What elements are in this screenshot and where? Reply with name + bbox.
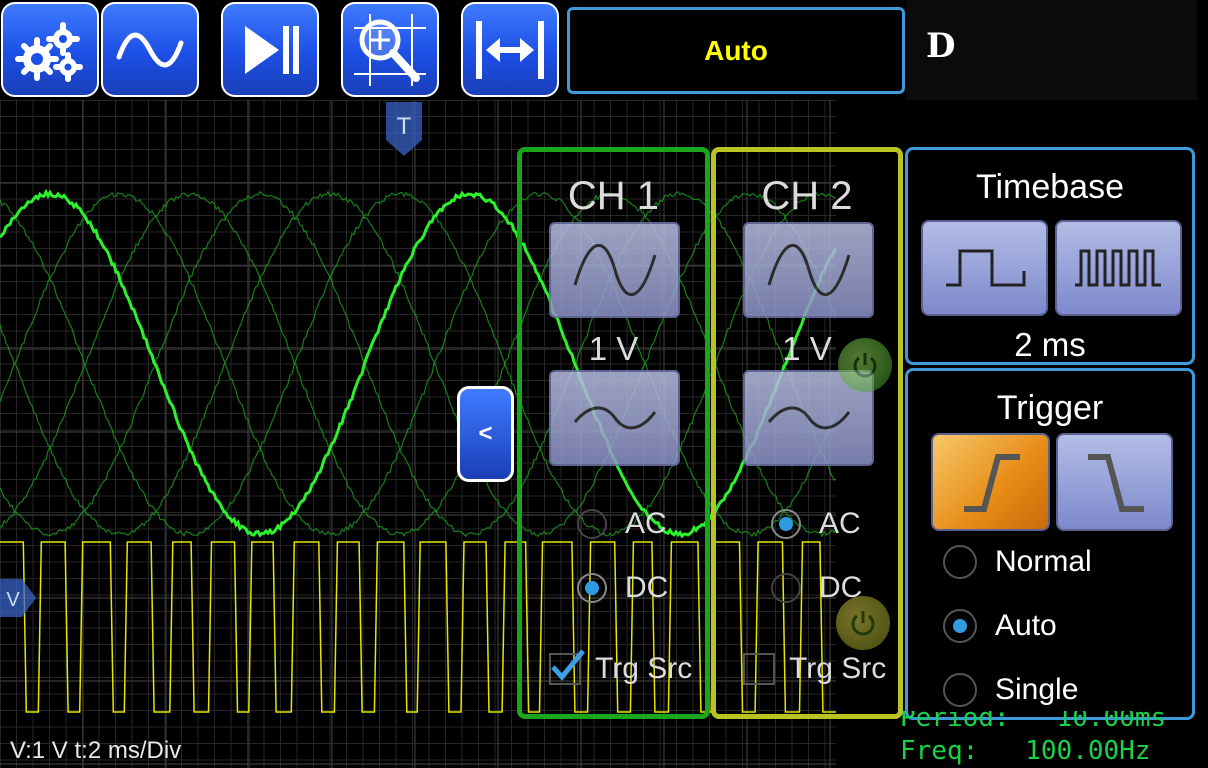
ch2-ac-option[interactable]: AC	[771, 507, 861, 541]
ch2-ac-label: AC	[819, 507, 861, 541]
ch1-trg-checkbox[interactable]	[549, 653, 581, 685]
timebase-value: 2 ms	[908, 326, 1192, 364]
trigger-rising-edge-button[interactable]	[931, 433, 1050, 531]
trigger-auto-label: Auto	[995, 609, 1057, 643]
ch1-dc-radio[interactable]	[577, 573, 607, 603]
ch2-power-icon[interactable]	[836, 596, 890, 650]
play-pause-icon	[235, 20, 305, 80]
ch1-trigger-source[interactable]: Trg Src	[549, 652, 692, 686]
acquisition-mode-display[interactable]: Auto	[567, 7, 905, 94]
timebase-title: Timebase	[908, 168, 1192, 207]
period-value: 10.00ms	[1057, 711, 1167, 733]
small-sine-wave-icon	[759, 398, 859, 438]
sine-wave-icon	[759, 235, 859, 305]
ch1-power-icon[interactable]	[838, 338, 892, 392]
sine-wave-icon	[115, 25, 185, 75]
sine-wave-icon	[565, 235, 665, 305]
trigger-marker-label: T	[397, 113, 412, 140]
ch1-volts-up-button[interactable]	[549, 222, 680, 318]
ch1-panel: CH 1 1 V AC DC Trg Src	[517, 147, 710, 719]
timebase-panel: Timebase 2 ms	[905, 147, 1195, 365]
freq-label: Freq:	[900, 736, 978, 766]
ch1-ac-radio[interactable]	[577, 509, 607, 539]
freq-value: 100.00Hz	[1025, 736, 1150, 766]
measure-zoom-button[interactable]	[341, 2, 439, 97]
falling-edge-icon	[1080, 447, 1150, 517]
checkmark-icon	[547, 645, 587, 685]
ch2-trigger-source[interactable]: Trg Src	[743, 652, 886, 686]
ch1-dc-label: DC	[625, 571, 668, 605]
level-marker-label: V	[6, 589, 20, 611]
ch1-ac-option[interactable]: AC	[577, 507, 667, 541]
wide-square-wave-icon	[940, 243, 1030, 293]
timebase-faster-button[interactable]	[1055, 220, 1182, 316]
trigger-title: Trigger	[908, 389, 1192, 428]
ch1-volts-label: 1 V	[522, 330, 705, 368]
rising-edge-icon	[956, 447, 1026, 517]
trigger-normal-label: Normal	[995, 545, 1092, 579]
trigger-panel: Trigger Normal Auto Single	[905, 368, 1195, 720]
scale-info: V:1 V t:2 ms/Div	[10, 737, 181, 765]
chevron-left-icon: <	[478, 420, 492, 448]
trigger-normal-option[interactable]: Normal	[943, 545, 1092, 579]
ch2-volts-up-button[interactable]	[743, 222, 874, 318]
ch2-ac-radio[interactable]	[771, 509, 801, 539]
small-sine-wave-icon	[565, 398, 665, 438]
fit-width-button[interactable]	[461, 2, 559, 97]
power-icon	[850, 350, 880, 380]
trigger-single-label: Single	[995, 673, 1078, 707]
level-marker[interactable]: V	[0, 577, 38, 619]
trigger-normal-radio[interactable]	[943, 545, 977, 579]
ch1-trg-label: Trg Src	[595, 652, 692, 686]
mode-label: Auto	[704, 35, 768, 67]
ch2-dc-radio[interactable]	[771, 573, 801, 603]
trigger-position-marker[interactable]: T	[384, 100, 424, 158]
ch1-volts-down-button[interactable]	[549, 370, 680, 466]
ch1-dc-option[interactable]: DC	[577, 571, 668, 605]
play-pause-button[interactable]	[221, 2, 319, 97]
crosshair-magnifier-icon	[350, 10, 430, 90]
ch2-title: CH 2	[716, 174, 898, 219]
ch1-ac-label: AC	[625, 507, 667, 541]
ch2-trg-label: Trg Src	[789, 652, 886, 686]
gear-icon	[15, 15, 85, 85]
trigger-auto-radio[interactable]	[943, 609, 977, 643]
timebase-slower-button[interactable]	[921, 220, 1048, 316]
period-readout: Period: 10.00ms	[900, 711, 1166, 733]
trigger-single-radio[interactable]	[943, 673, 977, 707]
panel-toggle-button[interactable]: <	[457, 386, 514, 482]
app-logo: D	[926, 26, 955, 66]
dense-square-wave-icon	[1071, 243, 1167, 293]
ch1-title: CH 1	[522, 174, 705, 219]
fit-width-icon	[472, 17, 548, 83]
trigger-single-option[interactable]: Single	[943, 673, 1078, 707]
ch2-trg-checkbox[interactable]	[743, 653, 775, 685]
freq-readout: Freq: 100.00Hz	[900, 736, 1150, 766]
trigger-auto-option[interactable]: Auto	[943, 609, 1057, 643]
settings-button[interactable]	[1, 2, 99, 97]
waveform-button[interactable]	[101, 2, 199, 97]
power-icon	[848, 608, 878, 638]
trigger-falling-edge-button[interactable]	[1056, 433, 1173, 531]
period-label: Period:	[900, 711, 1010, 733]
